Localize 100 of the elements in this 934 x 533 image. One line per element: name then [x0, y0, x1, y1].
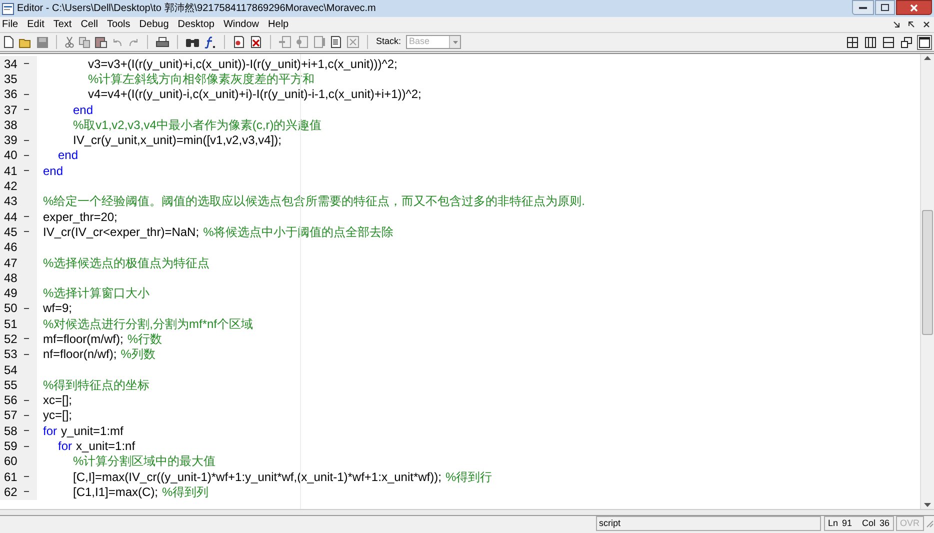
line-number: 44 — [4, 210, 18, 223]
code-text: xc=[]; — [43, 394, 72, 406]
code-comment: %得到列 — [162, 486, 209, 498]
code-text: yc=[]; — [43, 409, 72, 422]
menu-item[interactable]: Tools — [106, 17, 130, 32]
menu-item[interactable]: Help — [268, 17, 289, 32]
code-text: nf=floor(n/wf); — [43, 348, 117, 360]
minimize-button[interactable] — [852, 0, 874, 15]
scroll-up-icon[interactable] — [924, 56, 931, 60]
window-icon — [2, 2, 14, 14]
code-comment: %计算左斜线方向相邻像素灰度差的平方和 — [88, 72, 315, 85]
binoculars-icon[interactable] — [186, 37, 199, 47]
dock-arrow-icon[interactable] — [908, 21, 915, 28]
line-label: Ln — [828, 516, 838, 530]
layout-icon — [847, 36, 858, 48]
new-file-icon[interactable] — [3, 36, 14, 48]
vertical-scrollbar[interactable] — [920, 54, 934, 509]
line-number: 61 — [4, 470, 18, 483]
overwrite-indicator: OVR — [896, 516, 924, 531]
line-number: 51 — [4, 318, 18, 330]
close-button[interactable] — [896, 0, 932, 15]
line-number: 49 — [4, 287, 18, 300]
function-icon[interactable] — [204, 36, 216, 48]
layout-icon — [901, 36, 912, 48]
layout-icon — [865, 36, 876, 48]
line-number: 35 — [4, 72, 18, 85]
line-number: 40 — [4, 149, 18, 162]
code-comment: %对候选点进行分割,分割为mf*nf个区域 — [43, 318, 254, 330]
line-number: 41 — [4, 164, 18, 177]
scrollbar-thumb[interactable] — [922, 210, 933, 335]
cut-icon[interactable] — [65, 36, 74, 48]
code-text: mf=floor(m/wf); — [43, 332, 124, 345]
code-comment: %列数 — [120, 348, 156, 360]
paste-icon[interactable] — [95, 36, 107, 48]
line-number: 36 — [4, 88, 18, 100]
line-number: 91 — [842, 516, 852, 530]
column-label: Col — [862, 516, 876, 530]
code-keyword: end — [43, 164, 64, 177]
close-icon[interactable] — [923, 21, 930, 28]
line-number: 58 — [4, 424, 18, 437]
code-text: x_unit=1:nf — [76, 440, 136, 452]
code-text: wf=9; — [43, 302, 72, 314]
code-text: exper_thr=20; — [43, 210, 118, 223]
menu-item[interactable]: File — [2, 17, 18, 32]
line-number: 59 — [4, 440, 18, 452]
copy-icon[interactable] — [79, 36, 90, 48]
line-number: 57 — [4, 409, 18, 422]
continue-icon[interactable] — [330, 36, 342, 48]
layout-button[interactable] — [881, 34, 896, 50]
line-number: 50 — [4, 302, 18, 314]
line-number: 34 — [4, 58, 18, 70]
code-keyword: end — [73, 104, 94, 116]
set-breakpoint-icon[interactable] — [233, 36, 245, 48]
layout-button[interactable] — [899, 34, 914, 50]
layout-button[interactable] — [917, 34, 932, 50]
line-number: 42 — [4, 180, 18, 192]
line-number: 37 — [4, 104, 18, 116]
print-icon[interactable] — [156, 36, 169, 48]
stack-label: Stack: — [376, 35, 402, 48]
undock-arrow-icon[interactable] — [893, 21, 900, 28]
file-type-field: script — [596, 516, 821, 531]
layout-button[interactable] — [863, 34, 878, 50]
code-comment: %选择计算窗口大小 — [43, 287, 150, 300]
menu-item[interactable]: Cell — [80, 17, 98, 32]
line-number: 38 — [4, 118, 18, 131]
code-comment: %得到特征点的坐标 — [43, 378, 150, 391]
open-folder-icon[interactable] — [19, 36, 32, 48]
code-comment: %得到行 — [445, 470, 492, 483]
code-comment: %计算分割区域中的最大值 — [73, 455, 216, 468]
code-text: [C,I]=max(IV_cr((y_unit-1)*wf+1:y_unit*wf,(x_unit-1)*wf+1:x_unit*wf)); — [73, 470, 442, 483]
menu-item[interactable]: Text — [53, 17, 72, 32]
minimize-icon — [859, 6, 867, 9]
line-number: 55 — [4, 378, 18, 391]
line-number: 43 — [4, 195, 18, 208]
code-keyword: end — [58, 149, 78, 162]
scroll-down-icon[interactable] — [924, 503, 931, 507]
code-text: v3=v3+(I(r(y_unit)+i,c(x_unit))-I(r(y_unit)+i+1,c(x_unit)))^2; — [88, 58, 398, 70]
code-text: IV_cr(y_unit,x_unit)=min([v1,v2,v3,v4]); — [73, 134, 282, 146]
line-number: 52 — [4, 332, 18, 345]
close-icon — [910, 4, 918, 12]
layout-button[interactable] — [845, 34, 860, 50]
save-icon[interactable] — [37, 36, 48, 48]
code-comment: %选择候选点的极值点为特征点 — [43, 256, 210, 268]
menu-item[interactable]: Edit — [27, 17, 44, 32]
line-number: 56 — [4, 394, 18, 406]
code-keyword: for — [58, 440, 72, 452]
line-number: 54 — [4, 364, 18, 376]
menu-item[interactable]: Debug — [139, 17, 169, 32]
menu-item[interactable]: Window — [223, 17, 260, 32]
code-text: v4=v4+(I(r(y_unit)-i,c(x_unit)+i)-I(r(y_unit)-i-1,c(x_unit)+i+1))^2; — [88, 88, 422, 100]
code-keyword: for — [43, 424, 58, 437]
maximize-button[interactable] — [875, 0, 895, 15]
layout-icon — [883, 36, 894, 48]
line-number: 62 — [4, 486, 18, 498]
clear-breakpoint-icon[interactable] — [250, 36, 262, 48]
menu-item[interactable]: Desktop — [178, 17, 214, 32]
column-number: 36 — [880, 516, 890, 530]
code-text: [C1,I1]=max(C); — [73, 486, 158, 498]
line-number: 39 — [4, 134, 18, 146]
window-title: Editor - C:\Users\Dell\Desktop\to 郭沛然\9217584117869296Moravec\Moravec.m — [17, 2, 376, 16]
